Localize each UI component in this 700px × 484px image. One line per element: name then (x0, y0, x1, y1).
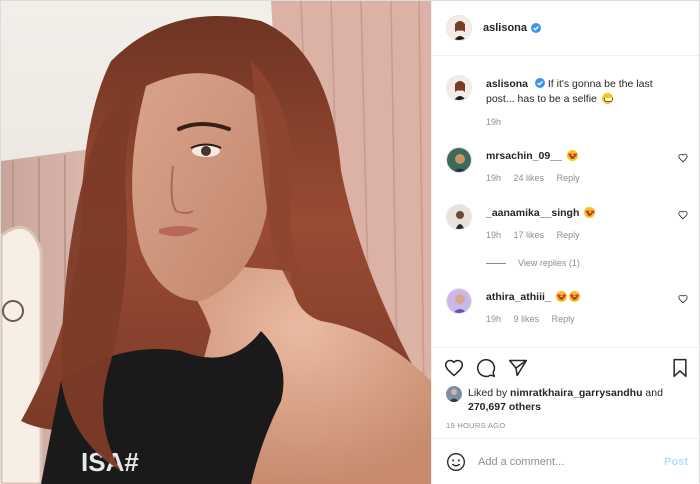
heart-eyes-emoji (566, 149, 578, 164)
grinning-sweat-emoji (601, 93, 613, 104)
caption-username[interactable]: aslisona (486, 78, 528, 90)
view-replies-button[interactable]: View replies (1) (486, 258, 580, 268)
post-side-panel: aslisona aslisona If it's gonna be the l… (431, 1, 700, 484)
liker-avatar[interactable] (446, 386, 462, 402)
comment-username[interactable]: athira_athiii_ (486, 291, 551, 303)
comments-list[interactable]: aslisona If it's gonna be the last post.… (432, 57, 700, 347)
replies-divider (486, 262, 506, 264)
post-actions: Liked by nimratkhaira_garrysandhu and 27… (432, 347, 700, 430)
likes-connector: and (645, 387, 663, 399)
likes-text: Liked by nimratkhaira_garrysandhu and 27… (468, 386, 698, 414)
comment-time[interactable]: 19h (486, 230, 501, 240)
commenter-avatar[interactable] (446, 204, 472, 230)
avatar-image (447, 16, 471, 40)
bookmark-icon[interactable] (670, 358, 690, 378)
comment-row: _aanamika__singh 19h 17 likes Reply (446, 204, 696, 244)
selfie-image: ISA# (1, 1, 431, 484)
reply-button[interactable]: Reply (557, 173, 580, 183)
heart-eyes-emoji (584, 206, 596, 221)
caption-row: aslisona If it's gonna be the last post.… (446, 75, 696, 135)
comment-likes[interactable]: 9 likes (514, 314, 540, 324)
post-comment-button[interactable]: Post (664, 456, 688, 468)
avatar-image (447, 289, 471, 313)
avatar-image (447, 148, 471, 172)
comment-input[interactable] (478, 455, 658, 468)
caption-time[interactable]: 19h (486, 117, 501, 127)
commenter-avatar[interactable] (446, 288, 472, 314)
comment-icon[interactable] (476, 358, 496, 378)
comment-username[interactable]: _aanamika__singh (486, 207, 579, 219)
avatar-image (446, 386, 462, 402)
verified-icon (531, 23, 542, 33)
comment-text: _aanamika__singh (486, 206, 676, 221)
smile-icon[interactable] (446, 452, 466, 472)
action-bar (432, 348, 700, 384)
commenter-avatar[interactable] (446, 147, 472, 173)
comment-text: mrsachin_09__ (486, 149, 676, 164)
reply-button[interactable]: Reply (552, 314, 575, 324)
comment-row: athira_athiii_ 19h 9 likes Reply (446, 288, 696, 328)
avatar-image (447, 205, 471, 229)
comment-meta: 19h 24 likes Reply (486, 173, 590, 183)
comment-meta: 19h 17 likes Reply (486, 230, 590, 240)
post-photo[interactable]: ISA# (1, 1, 431, 484)
avatar-image (447, 76, 471, 100)
like-comment-heart-icon[interactable] (678, 153, 688, 163)
liker-username[interactable]: nimratkhaira_garrysandhu (510, 387, 642, 399)
share-icon[interactable] (508, 358, 528, 378)
caption-text: aslisona If it's gonna be the last post.… (486, 77, 676, 107)
post-timestamp[interactable]: 19 HOURS AGO (446, 421, 505, 430)
instagram-post: ISA# (0, 0, 700, 484)
post-header: aslisona (432, 1, 699, 56)
like-comment-heart-icon[interactable] (678, 210, 688, 220)
author-username[interactable]: aslisona (483, 22, 527, 34)
heart-eyes-emoji (555, 290, 567, 305)
likes-count[interactable]: 270,697 others (468, 401, 541, 413)
comment-likes[interactable]: 24 likes (514, 173, 545, 183)
comment-time[interactable]: 19h (486, 314, 501, 324)
caption-avatar[interactable] (446, 75, 472, 101)
add-comment-bar: Post (432, 438, 700, 484)
comment-username[interactable]: mrsachin_09__ (486, 150, 562, 162)
comment-time[interactable]: 19h (486, 173, 501, 183)
author-avatar[interactable] (446, 15, 472, 41)
comment-text: athira_athiii_ (486, 290, 676, 305)
likes-prefix: Liked by (468, 387, 508, 399)
like-comment-heart-icon[interactable] (678, 294, 688, 304)
verified-icon (534, 78, 545, 88)
comment-meta: 19h 9 likes Reply (486, 314, 585, 324)
reply-button[interactable]: Reply (557, 230, 580, 240)
view-replies-label: View replies (1) (518, 258, 580, 268)
comment-likes[interactable]: 17 likes (514, 230, 545, 240)
heart-eyes-emoji (568, 290, 580, 305)
comment-row: mrsachin_09__ 19h 24 likes Reply (446, 147, 696, 187)
caption-meta: 19h (486, 117, 511, 127)
heart-icon[interactable] (444, 358, 464, 378)
